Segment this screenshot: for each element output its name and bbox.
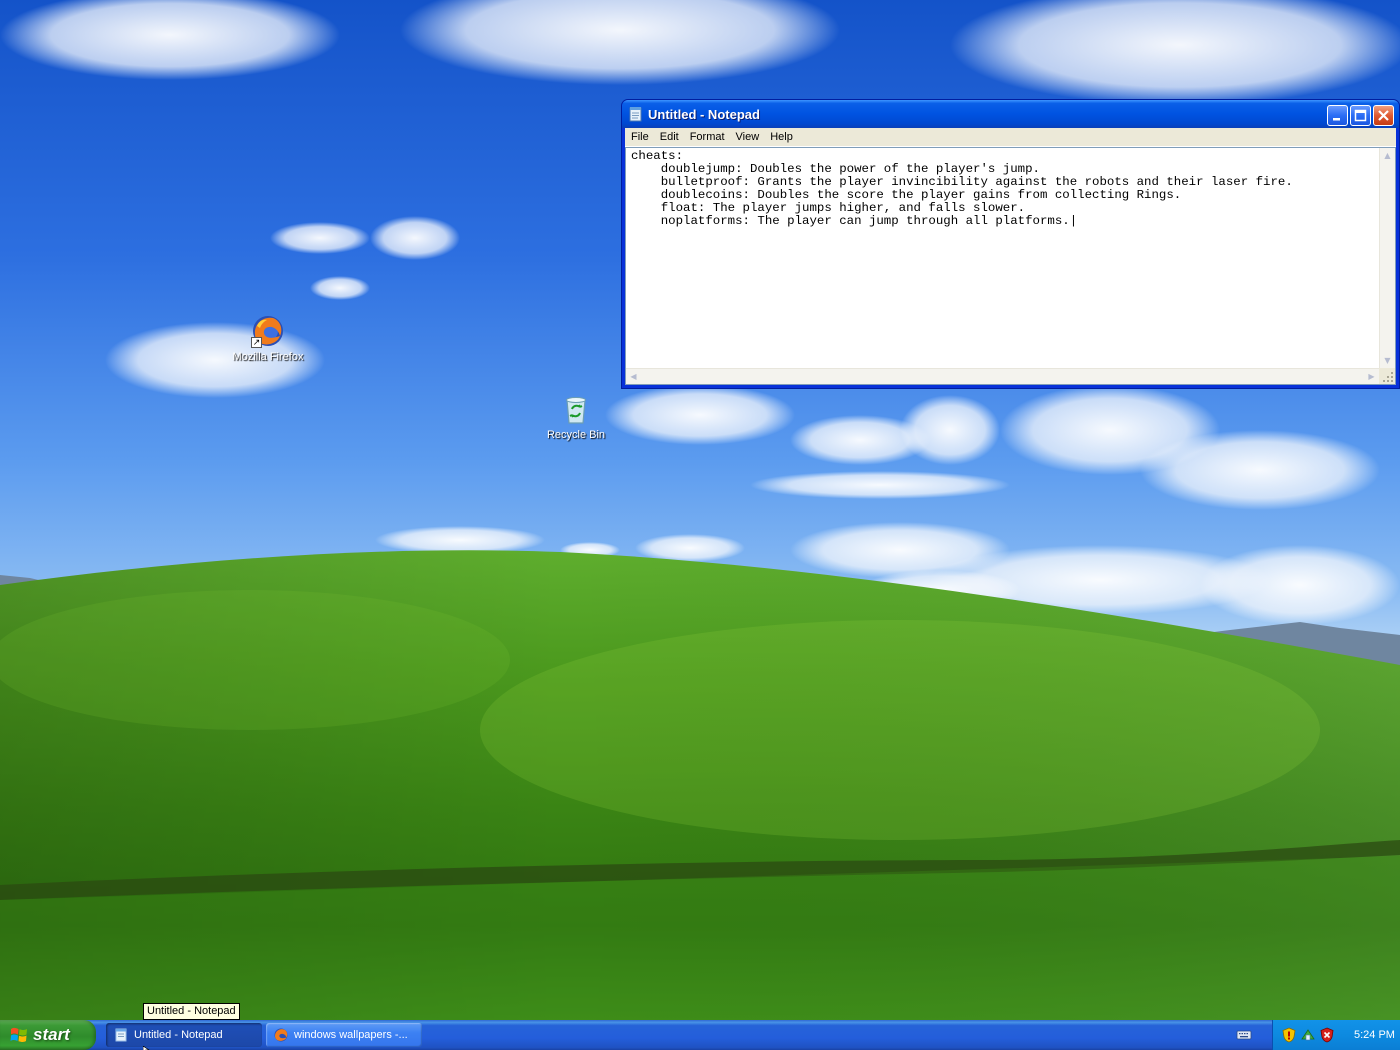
menu-format[interactable]: Format: [684, 131, 730, 143]
tooltip: Untitled - Notepad: [143, 1003, 240, 1020]
vertical-scrollbar[interactable]: ▲ ▼: [1379, 148, 1395, 368]
menu-help[interactable]: Help: [764, 131, 798, 143]
menu-edit[interactable]: Edit: [654, 131, 684, 143]
title-bar[interactable]: Untitled - Notepad: [622, 100, 1399, 128]
taskbar-button-label: Untitled - Notepad: [134, 1029, 223, 1041]
notepad-window[interactable]: Untitled - Notepad File Edit Format View…: [621, 99, 1400, 389]
firefox-icon: ↗: [251, 314, 285, 348]
taskbar-button-firefox[interactable]: windows wallpapers -...: [266, 1023, 422, 1047]
start-label: start: [33, 1025, 70, 1044]
mouse-cursor-icon: [142, 1043, 153, 1050]
maximize-icon: [1354, 109, 1367, 122]
menu-bar: File Edit Format View Help: [625, 128, 1396, 147]
windows-logo-icon: [10, 1027, 27, 1042]
minimize-icon: [1333, 118, 1340, 121]
taskbar-button-notepad[interactable]: Untitled - Notepad: [106, 1023, 262, 1047]
desktop-icon-label: Recycle Bin: [546, 429, 606, 441]
firefox-icon: [274, 1028, 288, 1042]
keyboard-icon[interactable]: [1236, 1027, 1252, 1043]
network-icon[interactable]: [1300, 1027, 1316, 1043]
scroll-right-icon[interactable]: ▶: [1364, 369, 1379, 384]
scroll-down-icon[interactable]: ▼: [1380, 353, 1395, 368]
menu-file[interactable]: File: [625, 131, 654, 143]
start-button[interactable]: start: [0, 1020, 96, 1050]
notepad-icon: [114, 1028, 128, 1042]
close-icon: [1378, 110, 1389, 121]
notepad-icon: [629, 106, 643, 122]
text-content[interactable]: cheats: doublejump: Doubles the power of…: [631, 150, 1377, 368]
system-tray: 5:24 PM: [1272, 1020, 1400, 1050]
horizontal-scrollbar[interactable]: ◀ ▶: [626, 368, 1379, 384]
window-title: Untitled - Notepad: [648, 106, 760, 122]
scroll-up-icon[interactable]: ▲: [1380, 148, 1395, 163]
scroll-left-icon[interactable]: ◀: [626, 369, 641, 384]
security-shield-icon[interactable]: [1281, 1027, 1297, 1043]
maximize-button[interactable]: [1350, 105, 1371, 126]
shortcut-arrow-icon: ↗: [251, 337, 262, 348]
taskbar: start Untitled - Notepad windows wallpap…: [0, 1020, 1400, 1050]
security-alert-icon[interactable]: [1319, 1027, 1335, 1043]
close-button[interactable]: [1373, 105, 1394, 126]
desktop-icon-firefox[interactable]: ↗ Mozilla Firefox: [228, 314, 308, 363]
resize-grip-icon[interactable]: [1379, 368, 1395, 384]
minimize-button[interactable]: [1327, 105, 1348, 126]
taskbar-button-label: windows wallpapers -...: [294, 1029, 408, 1041]
recycle-bin-icon: [559, 392, 593, 426]
desktop-icon-label: Mozilla Firefox: [232, 351, 304, 363]
desktop-icon-recycle-bin[interactable]: Recycle Bin: [536, 392, 616, 441]
menu-view[interactable]: View: [730, 131, 765, 143]
text-editor[interactable]: cheats: doublejump: Doubles the power of…: [625, 147, 1396, 385]
clock[interactable]: 5:24 PM: [1354, 1029, 1395, 1041]
